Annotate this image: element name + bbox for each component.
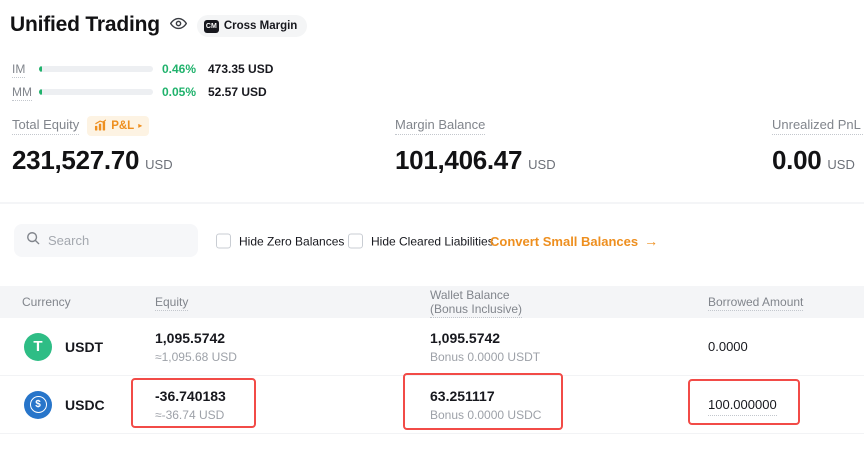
- cross-margin-badge[interactable]: CM Cross Margin: [197, 15, 308, 37]
- total-equity-label[interactable]: Total Equity: [12, 117, 79, 135]
- wallet-bonus: Bonus 0.0000 USDT: [430, 349, 708, 365]
- equity-usd-estimate: ≈-36.74 USD: [155, 407, 430, 423]
- cross-margin-key-icon: CM: [204, 20, 219, 33]
- usdt-coin-icon: T: [24, 333, 52, 361]
- mm-percent: 0.05%: [162, 85, 208, 99]
- total-equity-value: 231,527.70: [12, 145, 139, 176]
- eye-icon: [170, 15, 187, 37]
- total-equity-unit: USD: [145, 157, 172, 172]
- usdc-coin-icon: $: [24, 391, 52, 419]
- currency-symbol: USDC: [65, 397, 105, 413]
- wallet-balance-amount: 63.251117: [430, 387, 708, 405]
- wallet-balance-cell: 1,095.5742 Bonus 0.0000 USDT: [430, 329, 708, 365]
- equity-amount: 1,095.5742: [155, 329, 430, 347]
- mm-progress-bar: [39, 89, 153, 95]
- column-header-wallet-balance[interactable]: Wallet Balance (Bonus Inclusive): [430, 288, 708, 316]
- borrowed-amount-cell[interactable]: 100.000000: [708, 397, 864, 412]
- asset-table: Currency Equity Wallet Balance (Bonus In…: [0, 286, 864, 434]
- im-value: 473.35 USD: [208, 62, 273, 76]
- margin-balance-value: 101,406.47: [395, 145, 522, 176]
- page-title: Unified Trading: [10, 13, 160, 37]
- column-header-equity[interactable]: Equity: [155, 295, 430, 309]
- equity-cell: 1,095.5742 ≈1,095.68 USD: [155, 329, 430, 365]
- hide-zero-balances-filter[interactable]: Hide Zero Balances: [216, 234, 344, 249]
- im-progress-bar: [39, 66, 153, 72]
- equity-cell: -36.740183 ≈-36.74 USD: [155, 387, 430, 423]
- account-summary: Total Equity P&L ▸ 231,527.70 USD Margin…: [12, 116, 864, 186]
- hide-zero-balances-checkbox[interactable]: [216, 234, 231, 249]
- equity-usd-estimate: ≈1,095.68 USD: [155, 349, 430, 365]
- cross-margin-label: Cross Margin: [224, 20, 298, 32]
- bar-chart-up-icon: [94, 119, 107, 134]
- hide-zero-balances-label: Hide Zero Balances: [239, 234, 344, 248]
- equity-amount: -36.740183: [155, 387, 430, 405]
- currency-cell: $ USDC: [22, 391, 155, 419]
- borrowed-amount-cell: 0.0000: [708, 339, 864, 354]
- currency-symbol: USDT: [65, 339, 103, 355]
- page-header: Unified Trading CM Cross Margin: [10, 12, 307, 37]
- section-divider: [0, 202, 864, 204]
- hide-cleared-liabilities-label: Hide Cleared Liabilities: [371, 234, 494, 248]
- hide-cleared-liabilities-filter[interactable]: Hide Cleared Liabilities: [348, 234, 494, 249]
- convert-small-balances-label: Convert Small Balances: [490, 234, 638, 249]
- unrealized-pnl-block: Unrealized PnL o 0.00 USD: [772, 116, 864, 176]
- column-header-currency: Currency: [22, 295, 155, 309]
- wallet-balance-cell: 63.251117 Bonus 0.0000 USDC: [430, 387, 708, 423]
- wallet-balance-amount: 1,095.5742: [430, 329, 708, 347]
- hide-cleared-liabilities-checkbox[interactable]: [348, 234, 363, 249]
- unified-trading-page: Unified Trading CM Cross Margin IM 0.46%…: [0, 0, 864, 452]
- table-row-usdc: $ USDC -36.740183 ≈-36.74 USD 63.251117 …: [0, 376, 864, 434]
- margin-balance-label[interactable]: Margin Balance: [395, 117, 485, 135]
- margin-balance-unit: USD: [528, 157, 555, 172]
- search-box[interactable]: [14, 224, 198, 257]
- margin-ratio-section: IM 0.46% 473.35 USD MM 0.05% 52.57 USD: [12, 57, 273, 103]
- wallet-bonus: Bonus 0.0000 USDC: [430, 407, 708, 423]
- caret-right-icon: ▸: [138, 122, 142, 130]
- mm-ratio-row: MM 0.05% 52.57 USD: [12, 80, 273, 103]
- search-icon: [26, 231, 40, 250]
- unrealized-pnl-value: 0.00: [772, 145, 821, 176]
- pnl-button-label: P&L: [111, 120, 134, 132]
- unrealized-pnl-unit: USD: [827, 157, 854, 172]
- search-input[interactable]: [48, 233, 186, 248]
- margin-balance-block: Margin Balance 101,406.47 USD: [395, 116, 556, 176]
- im-progress-fill: [39, 66, 42, 72]
- column-header-borrowed-amount[interactable]: Borrowed Amount: [708, 295, 864, 309]
- unrealized-pnl-label[interactable]: Unrealized PnL o: [772, 117, 864, 135]
- mm-progress-fill: [39, 89, 42, 95]
- total-equity-block: Total Equity P&L ▸ 231,527.70 USD: [12, 116, 173, 176]
- mm-label[interactable]: MM: [12, 85, 39, 99]
- arrow-right-icon: →: [644, 233, 658, 249]
- pnl-button[interactable]: P&L ▸: [87, 116, 149, 136]
- convert-small-balances-link[interactable]: Convert Small Balances →: [490, 233, 658, 249]
- table-row-usdt: T USDT 1,095.5742 ≈1,095.68 USD 1,095.57…: [0, 318, 864, 376]
- filter-bar: Hide Zero Balances Hide Cleared Liabilit…: [0, 224, 864, 258]
- im-label[interactable]: IM: [12, 62, 39, 76]
- toggle-balance-visibility-button[interactable]: [170, 15, 187, 37]
- mm-value: 52.57 USD: [208, 85, 267, 99]
- currency-cell: T USDT: [22, 333, 155, 361]
- table-header-row: Currency Equity Wallet Balance (Bonus In…: [0, 286, 864, 318]
- im-percent: 0.46%: [162, 62, 208, 76]
- im-ratio-row: IM 0.46% 473.35 USD: [12, 57, 273, 80]
